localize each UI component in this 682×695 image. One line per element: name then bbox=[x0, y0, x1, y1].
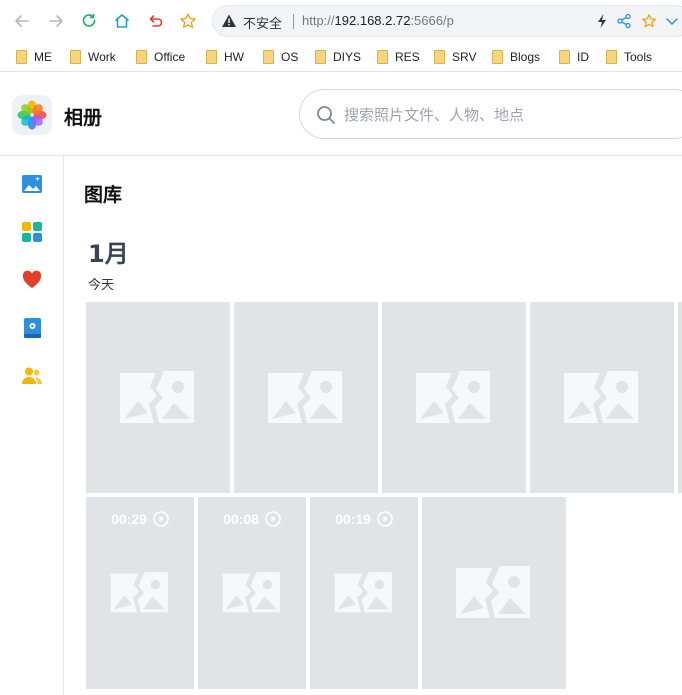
folder-icon bbox=[606, 50, 617, 64]
broken-image-icon bbox=[110, 572, 168, 613]
address-bar[interactable]: 不安全 http://192.168.2.72:5666/p bbox=[212, 5, 682, 37]
photos-logo-icon bbox=[17, 100, 47, 130]
forward-button[interactable] bbox=[44, 9, 68, 33]
bookmark-folder-os[interactable]: OS bbox=[263, 49, 298, 65]
search-input[interactable] bbox=[344, 103, 664, 127]
sidebar-item-favorites[interactable] bbox=[20, 268, 44, 292]
video-duration: 00:19 bbox=[310, 511, 418, 527]
sidebar bbox=[0, 156, 64, 695]
chevron-down-icon[interactable] bbox=[665, 13, 679, 29]
app-logo[interactable] bbox=[12, 95, 52, 135]
folder-icon bbox=[559, 50, 570, 64]
albums-icon bbox=[22, 222, 42, 242]
bookmark-folder-hw[interactable]: HW bbox=[206, 49, 244, 65]
back-arrow-icon bbox=[15, 15, 29, 27]
folder-icon bbox=[263, 50, 274, 64]
play-icon bbox=[265, 511, 281, 527]
search-icon bbox=[317, 106, 335, 124]
photo-thumbnail[interactable] bbox=[530, 302, 674, 493]
broken-image-icon bbox=[120, 370, 194, 423]
home-icon bbox=[114, 14, 130, 28]
month-heading: 1月 bbox=[88, 240, 129, 268]
undo-icon bbox=[149, 15, 163, 27]
gallery-icon bbox=[22, 175, 42, 193]
sidebar-item-albums[interactable] bbox=[20, 220, 44, 244]
security-label: 不安全 bbox=[243, 17, 283, 32]
video-thumbnail[interactable]: 00:29 bbox=[86, 497, 194, 689]
folder-icon bbox=[206, 50, 217, 64]
sidebar-item-people[interactable] bbox=[20, 364, 44, 388]
app-title: 相册 bbox=[64, 107, 103, 129]
bookmark-folder-id[interactable]: ID bbox=[559, 49, 589, 65]
bookmark-folder-res[interactable]: RES bbox=[377, 49, 420, 65]
video-duration: 00:08 bbox=[198, 511, 306, 527]
photo-thumbnail[interactable] bbox=[382, 302, 526, 493]
broken-image-icon bbox=[222, 572, 280, 613]
photo-thumbnail[interactable] bbox=[422, 497, 566, 689]
day-label: 今天 bbox=[88, 278, 115, 293]
sidebar-item-collection[interactable] bbox=[20, 316, 44, 340]
folder-icon bbox=[434, 50, 445, 64]
broken-image-icon bbox=[456, 566, 530, 618]
video-duration: 00:29 bbox=[86, 511, 194, 527]
folder-icon bbox=[377, 50, 388, 64]
bookmark-folder-office[interactable]: Office bbox=[136, 49, 185, 65]
home-button[interactable] bbox=[110, 9, 134, 33]
folder-icon bbox=[70, 50, 81, 64]
broken-image-icon bbox=[416, 370, 490, 423]
bookmark-folder-srv[interactable]: SRV bbox=[434, 49, 476, 65]
bookmarks-bar: ME Work Office HW OS DIYS RES SRV Blogs … bbox=[0, 42, 682, 72]
undo-close-tab-button[interactable] bbox=[143, 9, 167, 33]
broken-image-icon bbox=[268, 370, 342, 423]
reload-icon bbox=[82, 13, 96, 27]
broken-image-icon bbox=[334, 572, 392, 613]
bookmark-folder-me[interactable]: ME bbox=[16, 49, 52, 65]
folder-icon bbox=[315, 50, 326, 64]
reload-button[interactable] bbox=[77, 9, 101, 33]
bookmark-star-button[interactable] bbox=[176, 9, 200, 33]
share-icon[interactable] bbox=[616, 13, 632, 29]
folder-icon bbox=[492, 50, 503, 64]
search-box[interactable] bbox=[299, 89, 682, 139]
video-thumbnail[interactable]: 00:19 bbox=[310, 497, 418, 689]
broken-image-icon bbox=[564, 370, 638, 423]
url-text: http://192.168.2.72:5666/p bbox=[302, 13, 454, 28]
photo-thumbnail[interactable] bbox=[234, 302, 378, 493]
sidebar-item-gallery[interactable] bbox=[20, 172, 44, 196]
favorite-star-icon[interactable] bbox=[641, 13, 657, 29]
bookmark-folder-work[interactable]: Work bbox=[70, 49, 116, 65]
bookmark-folder-blogs[interactable]: Blogs bbox=[492, 49, 540, 65]
warning-icon bbox=[222, 14, 236, 27]
forward-arrow-icon bbox=[49, 15, 63, 27]
play-icon bbox=[377, 511, 393, 527]
bookmark-folder-tools[interactable]: Tools bbox=[606, 49, 652, 65]
address-divider bbox=[293, 14, 294, 29]
play-icon bbox=[153, 511, 169, 527]
photo-thumbnail[interactable] bbox=[678, 302, 682, 493]
folder-icon bbox=[136, 50, 147, 64]
page-title: 图库 bbox=[84, 184, 123, 206]
heart-icon bbox=[22, 270, 42, 288]
folder-icon bbox=[16, 50, 27, 64]
people-icon bbox=[22, 367, 42, 384]
photo-thumbnail[interactable] bbox=[86, 302, 230, 493]
star-icon bbox=[180, 13, 196, 28]
book-icon bbox=[24, 318, 41, 338]
lightning-icon[interactable] bbox=[595, 13, 609, 29]
app-header: 相册 bbox=[0, 73, 682, 156]
video-thumbnail[interactable]: 00:08 bbox=[198, 497, 306, 689]
browser-toolbar: 不安全 http://192.168.2.72:5666/p bbox=[0, 0, 682, 42]
bookmark-folder-diys[interactable]: DIYS bbox=[315, 49, 361, 65]
back-button[interactable] bbox=[10, 9, 34, 33]
